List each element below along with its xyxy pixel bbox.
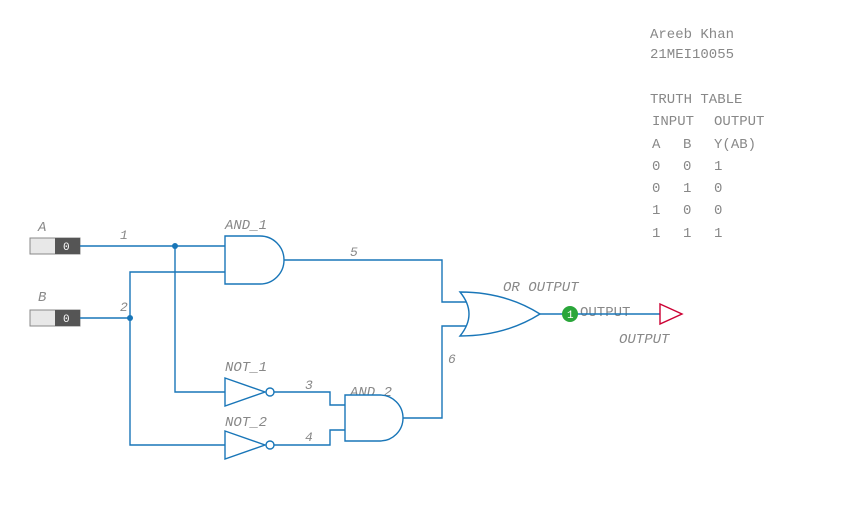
wire-b-to-and1 bbox=[130, 272, 225, 318]
wire-b-to-not2 bbox=[130, 318, 225, 445]
circuit-canvas: 0 0 1 bbox=[0, 0, 853, 510]
svg-text:0: 0 bbox=[63, 314, 70, 326]
wire-3 bbox=[274, 392, 345, 405]
not1-gate-icon bbox=[225, 378, 274, 406]
and2-gate-icon bbox=[345, 395, 403, 441]
and1-gate-icon bbox=[225, 236, 284, 284]
svg-text:0: 0 bbox=[63, 242, 70, 254]
output-value: 1 bbox=[567, 310, 574, 322]
wire-6 bbox=[403, 326, 468, 418]
output-terminal-icon bbox=[660, 304, 682, 324]
input-a-switch[interactable]: 0 bbox=[30, 238, 80, 254]
input-b-switch[interactable]: 0 bbox=[30, 310, 80, 326]
wire-4 bbox=[274, 430, 345, 445]
wire-a-to-not1 bbox=[175, 246, 225, 392]
wire-5 bbox=[284, 260, 468, 302]
not2-gate-icon bbox=[225, 431, 274, 459]
or-gate-icon bbox=[460, 292, 540, 336]
